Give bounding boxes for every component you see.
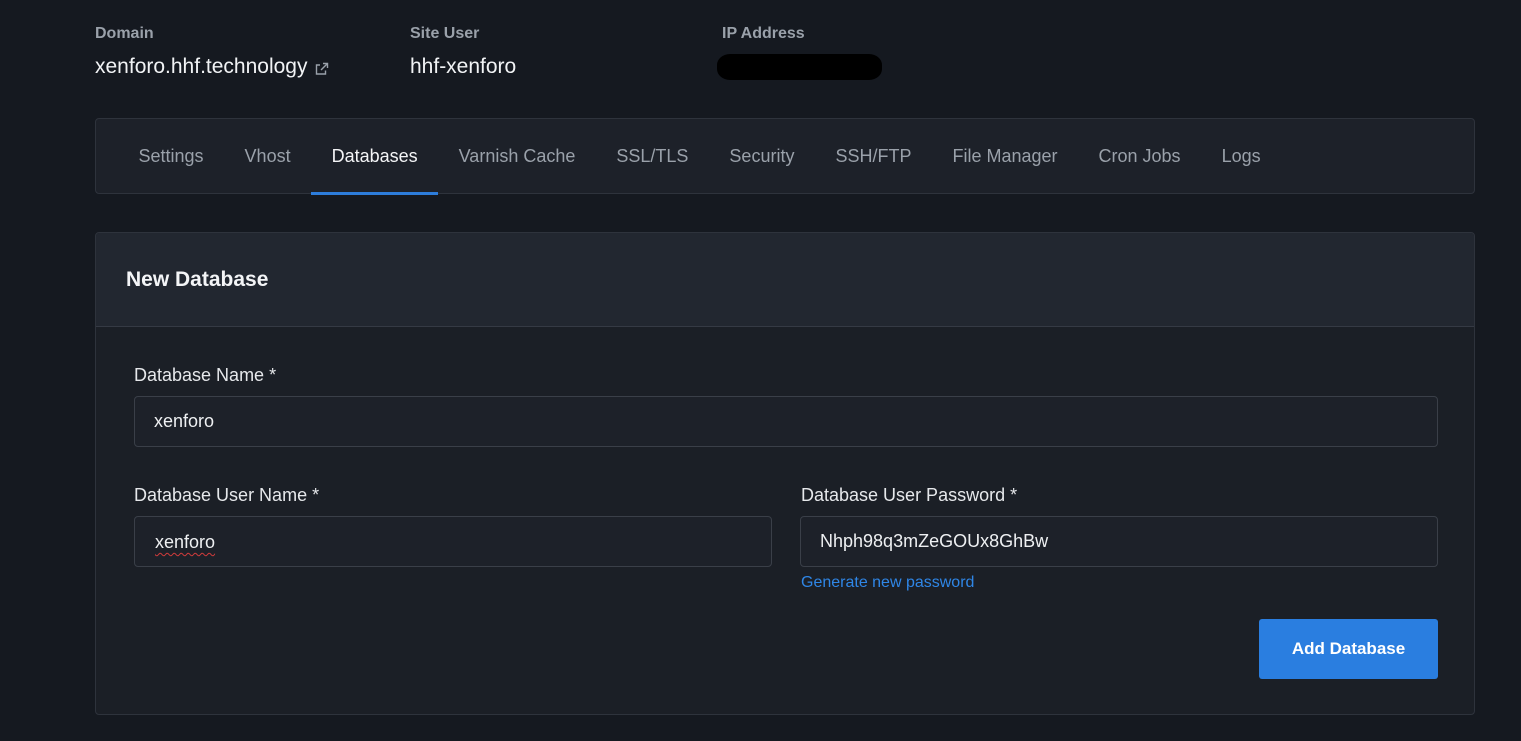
tabs-bar: Settings Vhost Databases Varnish Cache SSL/T…: [95, 118, 1475, 195]
new-database-card: New Database Database Name * Database Us…: [95, 232, 1475, 715]
card-header: New Database: [96, 233, 1474, 327]
tab-security[interactable]: Security: [709, 119, 815, 193]
tab-cron-jobs[interactable]: Cron Jobs: [1078, 119, 1201, 193]
tab-ssl-tls[interactable]: SSL/TLS: [596, 119, 709, 193]
tab-logs[interactable]: Logs: [1201, 119, 1281, 193]
ip-address-info: IP Address: [717, 24, 882, 80]
database-name-input[interactable]: [134, 396, 1438, 447]
site-user-value: hhf-xenforo: [410, 55, 517, 78]
domain-info: Domain xenforo.hhf.technology: [95, 24, 330, 80]
card-title: New Database: [126, 267, 269, 291]
tab-vhost[interactable]: Vhost: [224, 119, 311, 193]
database-user-name-input[interactable]: xenforo: [134, 516, 772, 567]
database-user-password-label: Database User Password *: [801, 485, 1018, 505]
site-user-label: Site User: [410, 25, 480, 42]
external-link-icon[interactable]: [314, 61, 330, 77]
site-user-info: Site User hhf-xenforo: [410, 24, 516, 80]
domain-link[interactable]: xenforo.hhf.technology: [95, 54, 307, 80]
domain-value[interactable]: xenforo.hhf.technology: [95, 54, 330, 80]
generate-password-link[interactable]: Generate new password: [801, 574, 974, 592]
database-user-password-input[interactable]: [800, 516, 1438, 567]
domain-label: Domain: [95, 25, 154, 42]
page: Domain xenforo.hhf.technology Site User …: [0, 0, 1521, 741]
database-user-name-label: Database User Name *: [134, 485, 320, 505]
ip-address-label: IP Address: [722, 25, 805, 42]
database-name-label: Database Name *: [134, 365, 277, 385]
tab-file-manager[interactable]: File Manager: [932, 119, 1078, 193]
tab-settings[interactable]: Settings: [118, 119, 224, 193]
tab-databases[interactable]: Databases: [311, 119, 439, 195]
tab-ssh-ftp[interactable]: SSH/FTP: [815, 119, 932, 193]
add-database-button[interactable]: Add Database: [1259, 619, 1438, 679]
tab-varnish-cache[interactable]: Varnish Cache: [438, 119, 596, 193]
database-user-name-value: xenforo: [155, 532, 216, 552]
tab-list: Settings Vhost Databases Varnish Cache SSL/T…: [96, 119, 1474, 195]
ip-address-redaction: [717, 54, 882, 80]
